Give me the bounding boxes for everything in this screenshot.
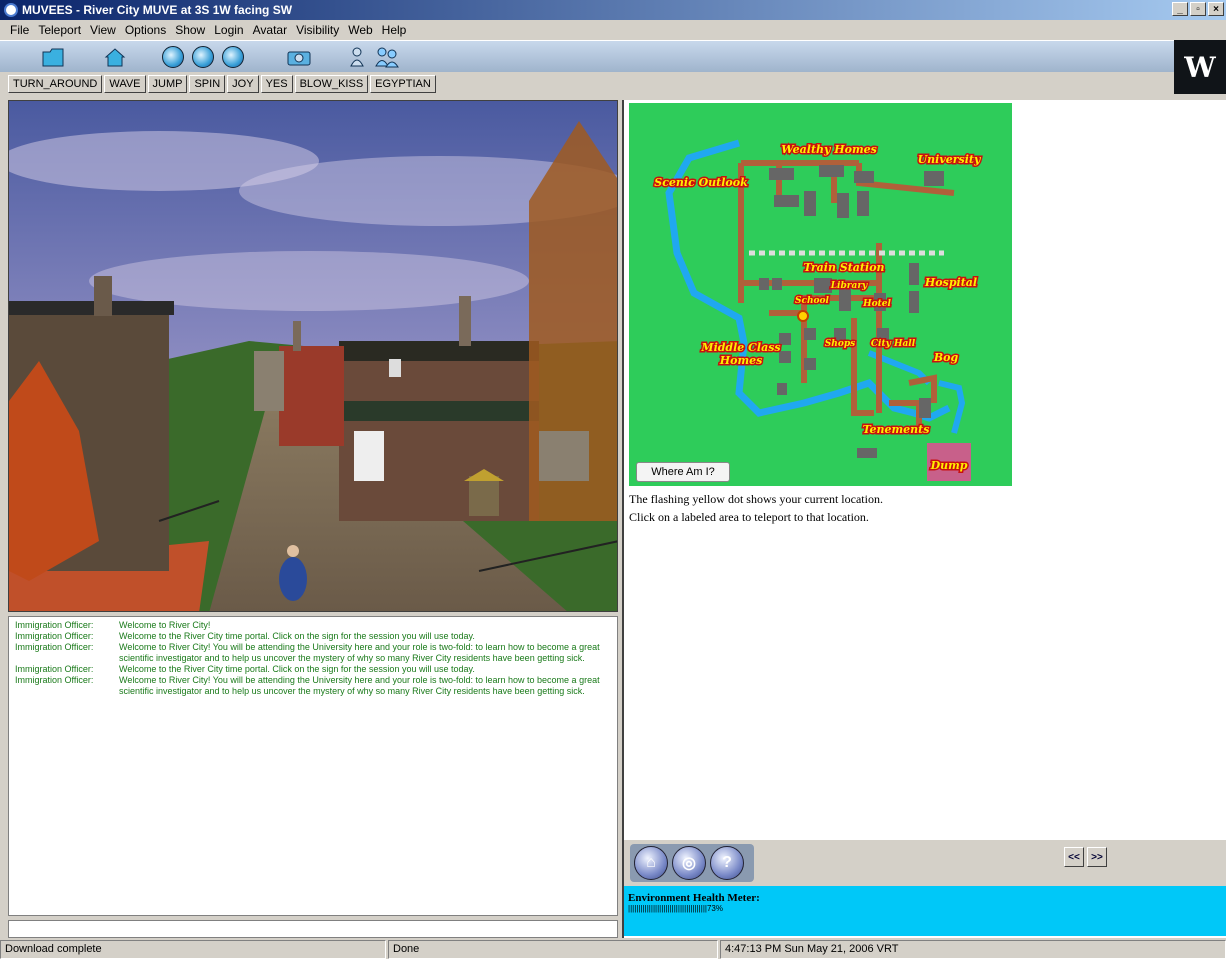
page-buttons: << >> — [1064, 847, 1107, 867]
gesture-turn-around-button[interactable]: TURN_AROUND — [8, 75, 103, 93]
3d-world-view[interactable] — [8, 100, 618, 612]
close-button[interactable]: × — [1208, 2, 1224, 16]
health-meter-ticks: |||||||||||||||||||||||||||||||||||||| — [628, 904, 707, 913]
chat-message: Immigration Officer: Welcome to River Ci… — [15, 620, 611, 631]
menu-options[interactable]: Options — [125, 23, 166, 37]
gesture-blow-kiss-button[interactable]: BLOW_KISS — [294, 75, 369, 93]
menu-show[interactable]: Show — [175, 23, 205, 37]
chat-text: Welcome to the River City time portal. C… — [119, 664, 475, 674]
chat-message: Immigration Officer: Welcome to River Ci… — [15, 642, 611, 664]
menu-file[interactable]: File — [10, 23, 29, 37]
home-icon[interactable] — [102, 45, 128, 69]
camera-icon[interactable] — [286, 45, 312, 69]
people-icon[interactable] — [374, 45, 400, 69]
menu-bar: File Teleport View Options Show Login Av… — [0, 20, 1226, 40]
person-icon[interactable] — [344, 45, 370, 69]
map-label-bog[interactable]: Bog — [931, 350, 960, 366]
app-icon — [4, 3, 18, 17]
gesture-spin-button[interactable]: SPIN — [189, 75, 226, 93]
current-location-dot — [797, 310, 809, 322]
map-panel: Wealthy Homes University Scenic Outlook … — [622, 100, 1226, 938]
menu-web[interactable]: Web — [348, 23, 372, 37]
panel-nav-bar: ⌂ ◎ ? << >> — [624, 840, 1226, 886]
help-icon[interactable]: ? — [710, 846, 744, 880]
map-label-city-hall[interactable]: City Hall — [869, 338, 917, 351]
chat-text: Welcome to River City! — [119, 620, 211, 630]
status-page: Done — [388, 940, 718, 959]
chat-speaker: Immigration Officer: — [15, 642, 94, 652]
chat-message: Immigration Officer: Welcome to River Ci… — [15, 675, 611, 697]
gesture-egyptian-button[interactable]: EGYPTIAN — [370, 75, 436, 93]
menu-visibility[interactable]: Visibility — [296, 23, 339, 37]
environment-health-meter: Environment Health Meter: ||||||||||||||… — [624, 886, 1226, 936]
house-icon[interactable]: ⌂ — [634, 846, 668, 880]
chat-speaker: Immigration Officer: — [15, 675, 94, 685]
map-label-dump[interactable]: Dump — [928, 458, 969, 474]
status-clock: 4:47:13 PM Sun May 21, 2006 VRT — [720, 940, 1226, 959]
chat-speaker: Immigration Officer: — [15, 664, 94, 674]
chat-text: Welcome to River City! You will be atten… — [119, 642, 600, 663]
previous-page-button[interactable]: << — [1064, 847, 1084, 867]
muvees-logo: W — [1174, 40, 1226, 94]
window-controls: _ ▫ × — [1172, 2, 1224, 16]
health-meter-title: Environment Health Meter: — [628, 892, 760, 904]
map-label-tenements[interactable]: Tenements — [861, 422, 931, 438]
globe-nav-icon[interactable]: ◎ — [672, 846, 706, 880]
menu-help[interactable]: Help — [382, 23, 407, 37]
globe-icon[interactable] — [190, 45, 216, 69]
status-bar: Download complete Done 4:47:13 PM Sun Ma… — [0, 940, 1226, 959]
chat-text: Welcome to the River City time portal. C… — [119, 631, 475, 641]
panel-nav-icons: ⌂ ◎ ? — [630, 844, 754, 882]
restore-button[interactable]: ▫ — [1190, 2, 1206, 16]
health-meter-bar: ||||||||||||||||||||||||||||||||||||||73… — [628, 904, 1224, 913]
status-download: Download complete — [0, 940, 386, 959]
menu-view[interactable]: View — [90, 23, 116, 37]
globe-back-icon[interactable] — [160, 45, 186, 69]
gesture-wave-button[interactable]: WAVE — [104, 75, 146, 93]
chat-speaker: Immigration Officer: — [15, 631, 94, 641]
map-label-university[interactable]: University — [916, 152, 983, 168]
instruction-line-2: Click on a labeled area to teleport to t… — [629, 510, 869, 524]
map-label-school[interactable]: School — [794, 295, 832, 308]
menu-teleport[interactable]: Teleport — [38, 23, 81, 37]
map-label-wealthy-homes[interactable]: Wealthy Homes — [780, 142, 879, 158]
map-label-train-station[interactable]: Train Station — [802, 260, 886, 276]
map-label-middle-class[interactable]: Middle Class — [699, 340, 782, 356]
instruction-line-1: The flashing yellow dot shows your curre… — [629, 492, 883, 506]
chat-message: Immigration Officer: Welcome to the Rive… — [15, 664, 611, 675]
chat-message: Immigration Officer: Welcome to the Rive… — [15, 631, 611, 642]
folder-icon[interactable] — [40, 45, 66, 69]
window-title: MUVEES - River City MUVE at 3S 1W facing… — [22, 3, 293, 17]
where-am-i-button[interactable]: Where Am I? — [636, 462, 730, 482]
river-city-map[interactable]: Wealthy Homes University Scenic Outlook … — [629, 103, 1012, 486]
gesture-jump-button[interactable]: JUMP — [147, 75, 188, 93]
map-instructions: The flashing yellow dot shows your curre… — [629, 490, 883, 526]
chat-speaker: Immigration Officer: — [15, 620, 94, 630]
health-meter-percent: 73% — [706, 904, 723, 913]
map-label-library[interactable]: Library — [828, 280, 869, 293]
toolbar — [0, 40, 1226, 72]
map-label-shops[interactable]: Shops — [823, 338, 856, 351]
globe-forward-icon[interactable] — [220, 45, 246, 69]
map-label-hospital[interactable]: Hospital — [922, 275, 978, 291]
map-label-scenic-outlook[interactable]: Scenic Outlook — [653, 175, 750, 191]
gesture-joy-button[interactable]: JOY — [227, 75, 259, 93]
chat-text: Welcome to River City! You will be atten… — [119, 675, 600, 696]
menu-avatar[interactable]: Avatar — [253, 23, 287, 37]
title-bar: MUVEES - River City MUVE at 3S 1W facing… — [0, 0, 1226, 20]
chat-input[interactable] — [8, 920, 618, 938]
next-page-button[interactable]: >> — [1087, 847, 1107, 867]
menu-login[interactable]: Login — [214, 23, 243, 37]
gesture-bar: TURN_AROUND WAVE JUMP SPIN JOY YES BLOW_… — [0, 72, 1174, 96]
gesture-yes-button[interactable]: YES — [260, 75, 293, 93]
minimize-button[interactable]: _ — [1172, 2, 1188, 16]
map-label-hotel[interactable]: Hotel — [861, 298, 893, 311]
map-label-homes[interactable]: Homes — [717, 353, 764, 369]
chat-log[interactable]: Immigration Officer: Welcome to River Ci… — [8, 616, 618, 916]
